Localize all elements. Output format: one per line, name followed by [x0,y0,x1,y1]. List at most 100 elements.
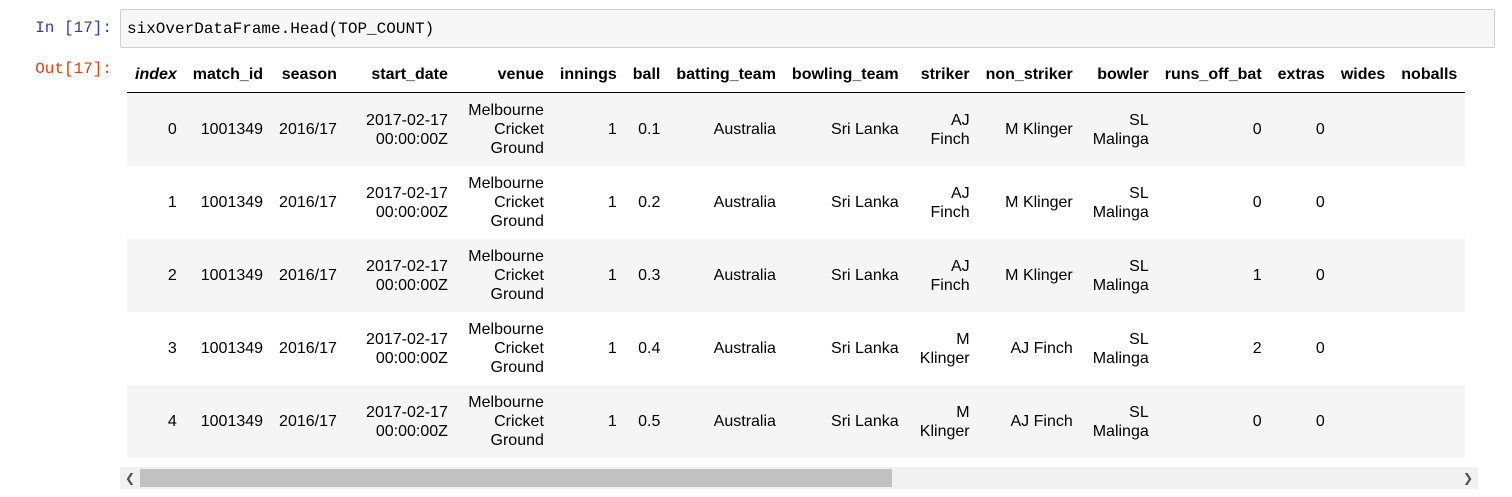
cell-extras: 0 [1269,166,1333,239]
scrollbar-thumb[interactable] [140,469,892,487]
table-header-row: index match_id season start_date venue inning… [127,57,1466,93]
column-header-index: index [127,57,185,93]
cell-striker: AJ Finch [906,239,978,312]
cell-noballs [1393,239,1466,312]
cell-runs-off-bat: 0 [1156,166,1270,239]
table-body: 0 1001349 2016/17 2017-02-17 00:00:00Z Melbo… [127,92,1466,458]
cell-bowler: SL Malinga [1080,239,1157,312]
cell-batting-team: Australia [668,312,784,385]
cell-index: 0 [127,92,185,166]
column-header-start-date: start_date [344,57,456,93]
cell-wides [1332,312,1394,385]
cell-season: 2016/17 [271,166,345,239]
cell-batting-team: Australia [668,385,784,458]
column-header-ball: ball [624,57,669,93]
cell-venue: Melbourne Cricket Ground [455,312,552,385]
cell-batting-team: Australia [668,239,784,312]
cell-match-id: 1001349 [184,92,272,166]
cell-match-id: 1001349 [184,312,272,385]
column-header-season: season [271,57,345,93]
cell-bowling-team: Sri Lanka [783,166,907,239]
dataframe-output[interactable]: index match_id season start_date venue inning… [127,57,1478,460]
cell-start-date: 2017-02-17 00:00:00Z [344,239,456,312]
cell-bowler: SL Malinga [1080,312,1157,385]
cell-innings: 1 [551,312,625,385]
table-row: 3 1001349 2016/17 2017-02-17 00:00:00Z Melbo… [127,312,1466,385]
cell-wides [1332,239,1394,312]
code-input-cell[interactable]: sixOverDataFrame.Head(TOP_COUNT) [120,9,1495,48]
column-header-noballs: noballs [1393,57,1466,93]
cell-bowling-team: Sri Lanka [783,239,907,312]
cell-ball: 0.1 [624,92,669,166]
column-header-wides: wides [1332,57,1394,93]
cell-batting-team: Australia [668,166,784,239]
cell-extras: 0 [1269,239,1333,312]
cell-start-date: 2017-02-17 00:00:00Z [344,385,456,458]
cell-noballs [1393,385,1466,458]
cell-bowling-team: Sri Lanka [783,92,907,166]
cell-match-id: 1001349 [184,385,272,458]
cell-non-striker: M Klinger [977,239,1081,312]
cell-non-striker: AJ Finch [977,312,1081,385]
cell-ball: 0.4 [624,312,669,385]
cell-index: 3 [127,312,185,385]
cell-season: 2016/17 [271,312,345,385]
cell-innings: 1 [551,92,625,166]
cell-wides [1332,92,1394,166]
cell-bowling-team: Sri Lanka [783,385,907,458]
cell-runs-off-bat: 2 [1156,312,1270,385]
table-row: 2 1001349 2016/17 2017-02-17 00:00:00Z Melbo… [127,239,1466,312]
cell-index: 4 [127,385,185,458]
cell-striker: AJ Finch [906,166,978,239]
table-row: 4 1001349 2016/17 2017-02-17 00:00:00Z Melbo… [127,385,1466,458]
cell-venue: Melbourne Cricket Ground [455,385,552,458]
cell-noballs [1393,166,1466,239]
cell-bowler: SL Malinga [1080,166,1157,239]
cell-wides [1332,385,1394,458]
cell-ball: 0.3 [624,239,669,312]
cell-striker: AJ Finch [906,92,978,166]
cell-match-id: 1001349 [184,166,272,239]
cell-start-date: 2017-02-17 00:00:00Z [344,92,456,166]
column-header-bowler: bowler [1080,57,1157,93]
dataframe-table: index match_id season start_date venue inning… [127,57,1466,458]
output-prompt: Out[17]: [35,60,112,78]
column-header-innings: innings [551,57,625,93]
cell-start-date: 2017-02-17 00:00:00Z [344,312,456,385]
arrow-right-icon[interactable]: ❯ [1458,467,1478,489]
cell-ball: 0.2 [624,166,669,239]
cell-innings: 1 [551,166,625,239]
cell-noballs [1393,312,1466,385]
cell-runs-off-bat: 0 [1156,92,1270,166]
cell-venue: Melbourne Cricket Ground [455,166,552,239]
cell-season: 2016/17 [271,385,345,458]
cell-venue: Melbourne Cricket Ground [455,92,552,166]
input-prompt: In [17]: [35,19,112,37]
cell-venue: Melbourne Cricket Ground [455,239,552,312]
cell-innings: 1 [551,239,625,312]
code-text[interactable]: sixOverDataFrame.Head(TOP_COUNT) [127,19,434,39]
cell-bowler: SL Malinga [1080,92,1157,166]
table-row: 1 1001349 2016/17 2017-02-17 00:00:00Z Melbo… [127,166,1466,239]
cell-noballs [1393,92,1466,166]
cell-non-striker: M Klinger [977,92,1081,166]
cell-bowling-team: Sri Lanka [783,312,907,385]
cell-non-striker: M Klinger [977,166,1081,239]
cell-striker: M Klinger [906,385,978,458]
cell-season: 2016/17 [271,92,345,166]
column-header-venue: venue [455,57,552,93]
cell-index: 2 [127,239,185,312]
cell-innings: 1 [551,385,625,458]
horizontal-scrollbar[interactable]: ❮ ❯ [120,467,1478,489]
cell-striker: M Klinger [906,312,978,385]
cell-match-id: 1001349 [184,239,272,312]
cell-extras: 0 [1269,312,1333,385]
cell-ball: 0.5 [624,385,669,458]
cell-non-striker: AJ Finch [977,385,1081,458]
cell-batting-team: Australia [668,92,784,166]
table-row: 0 1001349 2016/17 2017-02-17 00:00:00Z Melbo… [127,92,1466,166]
arrow-left-icon[interactable]: ❮ [120,467,140,489]
cell-extras: 0 [1269,92,1333,166]
column-header-non-striker: non_striker [977,57,1081,93]
cell-wides [1332,166,1394,239]
